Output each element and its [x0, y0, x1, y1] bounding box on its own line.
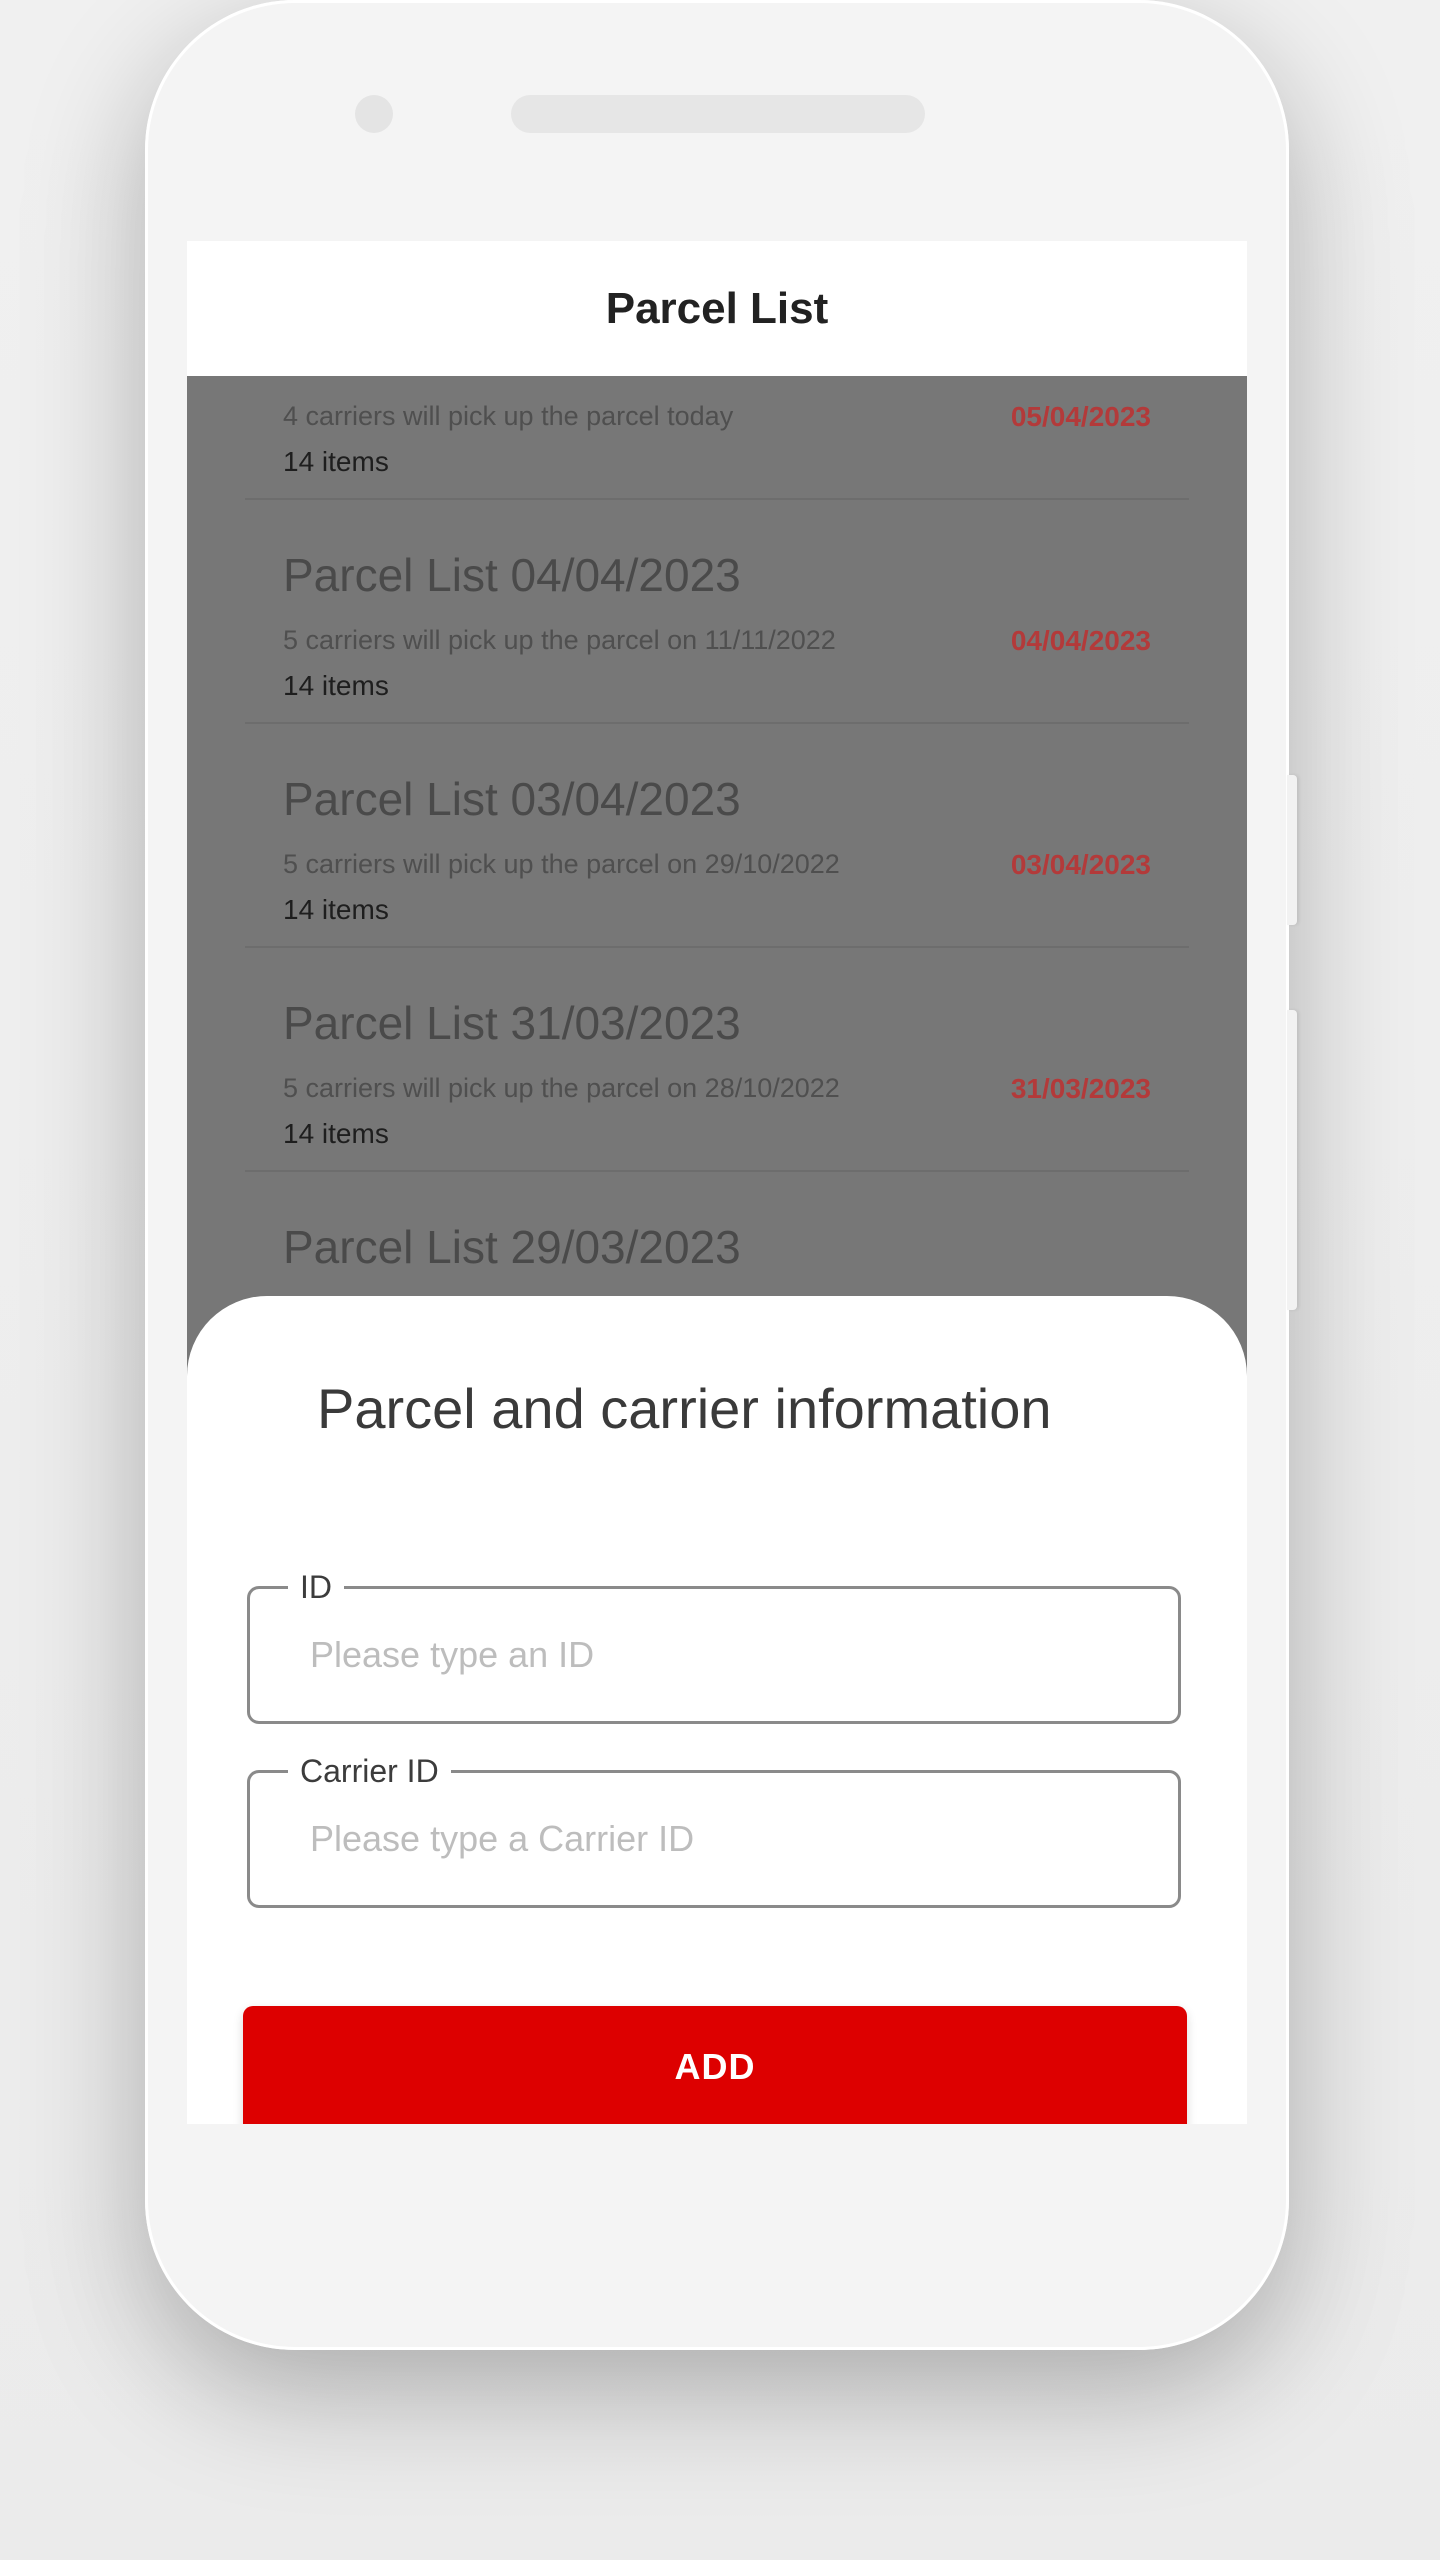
list-item-subtitle: 5 carriers will pick up the parcel on 28… [283, 1073, 840, 1103]
bottom-sheet: Parcel and carrier information ID Carrie… [187, 1296, 1247, 2124]
id-input[interactable] [310, 1589, 1130, 1721]
list-item[interactable]: Parcel List 04/04/2023 5 carriers will p… [245, 500, 1189, 724]
carrier-id-field[interactable]: Carrier ID [247, 1751, 1181, 1908]
list-item-subtitle: 5 carriers will pick up the parcel on 11… [283, 625, 836, 655]
speaker-grille [511, 95, 925, 133]
page-title: Parcel List [605, 283, 829, 333]
phone-side-button [1287, 1010, 1297, 1310]
page: Parcel List 4 carriers will pick up the … [0, 0, 1440, 2560]
add-button[interactable]: ADD [243, 2006, 1187, 2124]
camera-icon [355, 95, 393, 133]
list-item-title: Parcel List 04/04/2023 [283, 549, 741, 601]
parcel-list: 4 carriers will pick up the parcel today… [187, 376, 1247, 1396]
id-field[interactable]: ID [247, 1567, 1181, 1724]
app-screen: Parcel List 4 carriers will pick up the … [187, 241, 1247, 2124]
phone-side-button [1287, 775, 1297, 925]
list-item[interactable]: Parcel List 03/04/2023 5 carriers will p… [245, 724, 1189, 948]
list-item-count: 14 items [283, 670, 389, 701]
app-header: Parcel List [187, 241, 1247, 376]
list-item-count: 14 items [283, 1118, 389, 1149]
phone-frame: Parcel List 4 carriers will pick up the … [145, 0, 1297, 2350]
list-item[interactable]: 4 carriers will pick up the parcel today… [245, 376, 1189, 500]
list-item[interactable]: Parcel List 31/03/2023 5 carriers will p… [245, 948, 1189, 1172]
list-item-title: Parcel List 31/03/2023 [283, 997, 741, 1049]
list-item-subtitle: 5 carriers will pick up the parcel on 29… [283, 849, 840, 879]
list-item-title: Parcel List 29/03/2023 [283, 1221, 741, 1273]
carrier-id-input[interactable] [310, 1773, 1130, 1905]
sheet-title: Parcel and carrier information [317, 1377, 1052, 1440]
list-item-date: 04/04/2023 [1010, 625, 1151, 656]
list-item-date: 31/03/2023 [1010, 1073, 1151, 1104]
list-item-title: Parcel List 03/04/2023 [283, 773, 741, 825]
list-item-count: 14 items [283, 446, 389, 477]
list-item-subtitle: 4 carriers will pick up the parcel today [283, 401, 734, 431]
list-item-date: 03/04/2023 [1010, 849, 1151, 880]
list-item-date: 05/04/2023 [1010, 401, 1151, 432]
list-item-count: 14 items [283, 894, 389, 925]
